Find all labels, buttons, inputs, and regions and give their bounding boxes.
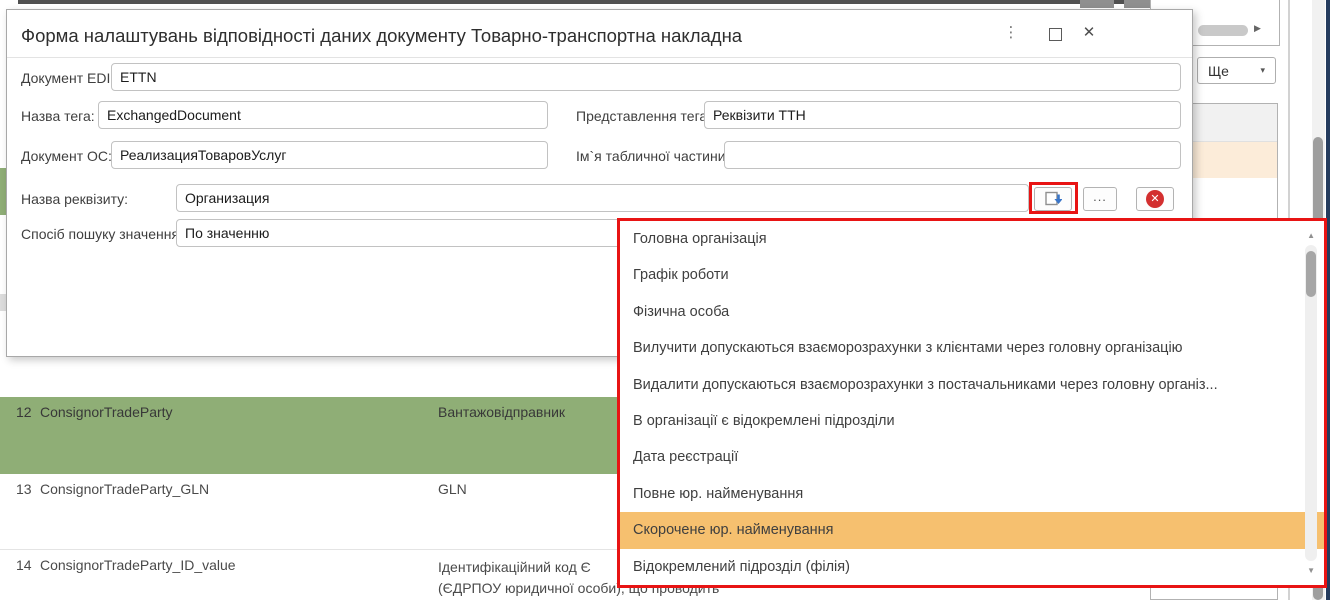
dialog-titlebar[interactable]: Форма налаштувань відповідності даних до… [7,10,1192,58]
os-doc-input[interactable] [111,141,548,169]
row-number: 13 [16,481,32,497]
dropdown-item[interactable]: Головна організація [620,221,1324,257]
dropdown-scrollbar[interactable] [1305,245,1317,561]
annotation-highlight-box [1029,182,1078,214]
dropdown-item[interactable]: Повне юр. найменування [620,476,1324,512]
scroll-down-icon[interactable]: ▼ [1307,566,1315,575]
dropdown-item[interactable]: Графік роботи [620,257,1324,293]
background-toolbar-fragment [1080,0,1114,8]
row-tag[interactable]: ConsignorTradeParty_ID_value [40,557,236,573]
clear-icon: ✕ [1146,190,1164,208]
horizontal-scrollbar[interactable] [1198,25,1248,36]
dropdown-item[interactable]: Видалити допускаються взаєморозрахунки з… [620,367,1324,403]
dropdown-scrollbar-thumb[interactable] [1306,251,1316,297]
row-description[interactable]: GLN [438,481,467,497]
row-tag[interactable]: ConsignorTradeParty_GLN [40,481,209,497]
screen: ▶ Ще ▾ 12 ConsignorTradeParty Вантажовід… [0,0,1330,600]
dropdown-item-selected[interactable]: Скорочене юр. найменування [620,512,1324,548]
os-doc-label: Документ ОС: [21,148,112,164]
browse-button[interactable]: ... [1083,187,1117,211]
row-description[interactable]: Вантажовідправник [438,404,565,420]
tabular-name-label: Ім`я табличної частини: [576,148,729,164]
chevron-down-icon: ▾ [1260,65,1265,76]
tabular-name-input[interactable] [724,141,1181,169]
kebab-menu-icon[interactable]: ⋮ [1003,23,1019,41]
tag-view-input[interactable] [704,101,1181,129]
more-button[interactable]: Ще ▾ [1197,57,1276,84]
more-button-label: Ще [1208,63,1229,79]
dialog-title: Форма налаштувань відповідності даних до… [21,25,742,47]
edi-label: Документ EDI: [21,70,114,86]
dropdown-item[interactable]: Фізична особа [620,294,1324,330]
attr-name-label: Назва реквізиту: [21,191,128,207]
attribute-dropdown: Головна організація Графік роботи Фізичн… [617,218,1327,588]
row-number: 14 [16,557,32,573]
dropdown-item[interactable]: Вилучити допускаються взаєморозрахунки з… [620,330,1324,366]
edi-input[interactable] [111,63,1181,91]
background-window-top-edge [18,0,1191,4]
clear-button[interactable]: ✕ [1136,187,1174,211]
dropdown-item[interactable]: Відокремлений підрозділ (філія) [620,549,1324,585]
search-method-label: Спосіб пошуку значення: [21,226,183,242]
dropdown-item[interactable]: Дата реєстрації [620,439,1324,475]
ellipsis-icon: ... [1093,189,1107,204]
tag-view-label: Представлення тега: [576,108,711,124]
tag-name-label: Назва тега: [21,108,95,124]
tag-name-input[interactable] [98,101,548,129]
dropdown-item[interactable]: В організації є відокремлені підрозділи [620,403,1324,439]
scroll-right-icon[interactable]: ▶ [1254,23,1261,34]
row-tag[interactable]: ConsignorTradeParty [40,404,173,420]
maximize-icon[interactable] [1049,28,1062,41]
attr-name-input[interactable] [176,184,1029,212]
row-number: 12 [16,404,32,420]
scroll-up-icon[interactable]: ▲ [1307,231,1315,240]
close-icon[interactable]: ✕ [1079,23,1099,41]
